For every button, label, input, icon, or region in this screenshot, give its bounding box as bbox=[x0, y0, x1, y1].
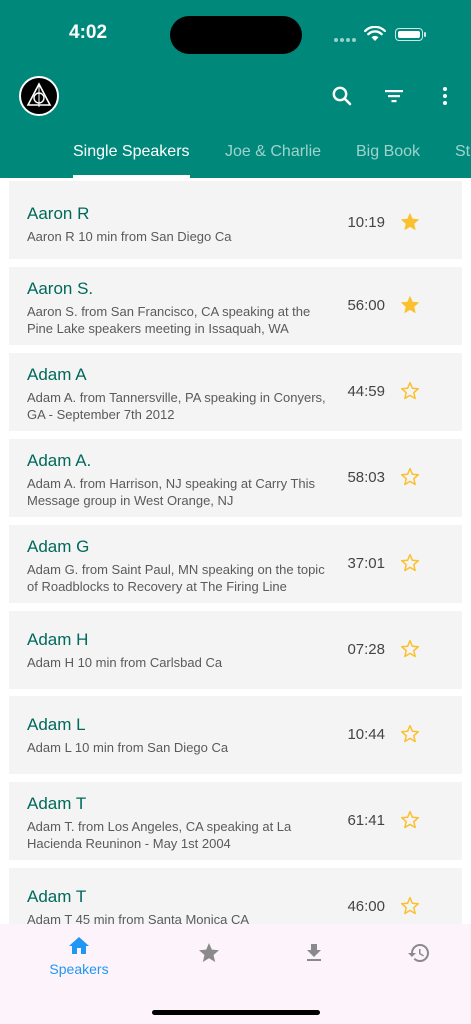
speaker-list[interactable]: Aaron R Aaron R 10 min from San Diego Ca… bbox=[0, 178, 471, 924]
speaker-description: Adam G. from Saint Paul, MN speaking on … bbox=[27, 562, 325, 594]
speaker-name: Adam A bbox=[27, 365, 87, 384]
cellular-signal-icon bbox=[334, 38, 358, 44]
speaker-row[interactable]: Aaron R Aaron R 10 min from San Diego Ca… bbox=[9, 181, 462, 259]
favorite-star-icon[interactable] bbox=[400, 381, 420, 401]
battery-icon bbox=[395, 28, 426, 41]
tab-joe-and-charlie[interactable]: Joe & Charlie bbox=[225, 143, 321, 161]
speaker-description: Adam H 10 min from Carlsbad Ca bbox=[27, 655, 223, 670]
speaker-description: Adam T. from Los Angeles, CA speaking at… bbox=[27, 819, 292, 851]
speaker-row[interactable]: Aaron S. Aaron S. from San Francisco, CA… bbox=[9, 267, 462, 345]
favorite-star-icon[interactable] bbox=[400, 724, 420, 744]
speaker-name: Aaron S. bbox=[27, 279, 94, 298]
tab-bar: Single Speakers Joe & Charlie Big Book S… bbox=[0, 130, 471, 178]
speaker-name: Adam G bbox=[27, 537, 90, 556]
speaker-duration: 44:59 bbox=[347, 383, 385, 400]
favorite-star-icon[interactable] bbox=[400, 639, 420, 659]
nav-label-speakers[interactable]: Speakers bbox=[40, 961, 118, 977]
speaker-row[interactable]: Adam H Adam H 10 min from Carlsbad Ca 07… bbox=[9, 611, 462, 689]
favorite-star-icon[interactable] bbox=[400, 553, 420, 573]
favorite-star-icon[interactable] bbox=[400, 295, 420, 315]
speaker-row[interactable]: Adam T Adam T. from Los Angeles, CA spea… bbox=[9, 782, 462, 860]
tab-big-book[interactable]: Big Book bbox=[356, 143, 420, 161]
speaker-duration: 37:01 bbox=[347, 555, 385, 572]
speaker-name: Adam T bbox=[27, 794, 87, 813]
app-logo-icon[interactable] bbox=[19, 76, 59, 116]
speaker-description: Aaron S. from San Francisco, CA speaking… bbox=[27, 304, 311, 336]
speaker-row[interactable]: Adam A. Adam A. from Harrison, NJ speaki… bbox=[9, 439, 462, 517]
speaker-description: Adam A. from Tannersville, PA speaking i… bbox=[27, 390, 326, 422]
favorite-star-icon[interactable] bbox=[400, 467, 420, 487]
home-icon[interactable] bbox=[67, 934, 91, 958]
speaker-duration: 10:44 bbox=[347, 726, 385, 743]
tab-partial[interactable]: St bbox=[455, 143, 470, 161]
more-vert-icon[interactable] bbox=[433, 84, 457, 108]
history-icon[interactable] bbox=[407, 941, 431, 965]
speaker-description: Adam T 45 min from Santa Monica CA bbox=[27, 912, 250, 924]
speaker-duration: 10:19 bbox=[347, 214, 385, 231]
home-indicator bbox=[152, 1010, 320, 1015]
favorite-star-icon[interactable] bbox=[400, 896, 420, 916]
speaker-row[interactable]: Adam G Adam G. from Saint Paul, MN speak… bbox=[9, 525, 462, 603]
speaker-description: Adam A. from Harrison, NJ speaking at Ca… bbox=[27, 476, 316, 508]
speaker-duration: 07:28 bbox=[347, 641, 385, 658]
download-icon[interactable] bbox=[302, 941, 326, 965]
speaker-row[interactable]: Adam A Adam A. from Tannersville, PA spe… bbox=[9, 353, 462, 431]
speaker-description: Aaron R 10 min from San Diego Ca bbox=[27, 229, 232, 244]
speaker-description: Adam L 10 min from San Diego Ca bbox=[27, 740, 229, 755]
bottom-navigation: Speakers bbox=[0, 924, 471, 1024]
wifi-icon bbox=[364, 26, 386, 41]
speaker-duration: 61:41 bbox=[347, 812, 385, 829]
status-time: 4:02 bbox=[69, 22, 108, 43]
favorite-star-icon[interactable] bbox=[400, 212, 420, 232]
speaker-name: Adam L bbox=[27, 715, 86, 734]
speaker-name: Adam A. bbox=[27, 451, 92, 470]
app-header: 4:02 Single Speakers Joe & Charlie Big B… bbox=[0, 0, 471, 178]
speaker-row[interactable]: Adam L Adam L 10 min from San Diego Ca 1… bbox=[9, 696, 462, 774]
tab-single-speakers[interactable]: Single Speakers bbox=[73, 143, 190, 161]
star-icon[interactable] bbox=[197, 941, 221, 965]
speaker-row[interactable]: Adam T Adam T 45 min from Santa Monica C… bbox=[9, 868, 462, 924]
filter-icon[interactable] bbox=[382, 84, 406, 108]
favorite-star-icon[interactable] bbox=[400, 810, 420, 830]
speaker-name: Adam T bbox=[27, 887, 87, 906]
speaker-duration: 56:00 bbox=[347, 297, 385, 314]
search-icon[interactable] bbox=[330, 84, 354, 108]
speaker-name: Aaron R bbox=[27, 204, 90, 223]
speaker-name: Adam H bbox=[27, 630, 89, 649]
dynamic-island bbox=[170, 16, 302, 54]
speaker-duration: 58:03 bbox=[347, 469, 385, 486]
speaker-duration: 46:00 bbox=[347, 898, 385, 915]
